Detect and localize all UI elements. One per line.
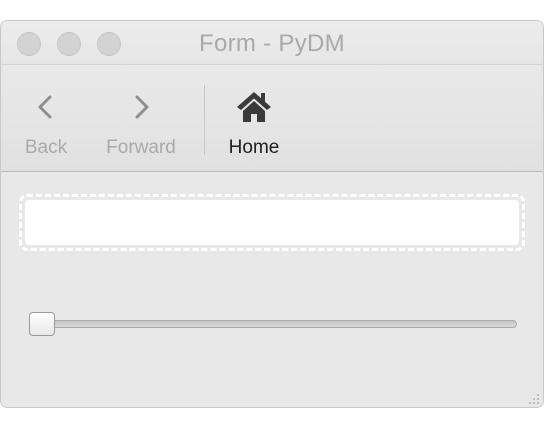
chevron-right-icon — [135, 95, 149, 119]
slider-handle[interactable] — [29, 312, 55, 336]
home-button-label: Home — [228, 137, 280, 158]
line-edit-frame — [19, 194, 525, 251]
toolbar-separator — [204, 85, 205, 155]
home-icon — [237, 92, 271, 122]
navigation-toolbar: Back Forward Home — [1, 64, 543, 172]
line-edit-input[interactable] — [25, 200, 519, 245]
resize-grip-icon[interactable] — [526, 391, 540, 405]
home-button[interactable]: Home — [219, 65, 289, 171]
form-content — [1, 172, 543, 407]
slider-groove[interactable] — [29, 320, 517, 328]
forward-button[interactable]: Forward — [97, 65, 185, 171]
forward-button-label: Forward — [106, 137, 176, 158]
window-title: Form - PyDM — [199, 30, 345, 57]
title-bar[interactable]: Form - PyDM — [1, 21, 543, 64]
back-button[interactable]: Back — [15, 65, 77, 171]
app-window: Form - PyDM Back Forward Home — [0, 20, 544, 408]
back-button-label: Back — [24, 137, 68, 158]
chevron-left-icon — [38, 95, 52, 119]
slider[interactable] — [29, 312, 517, 336]
